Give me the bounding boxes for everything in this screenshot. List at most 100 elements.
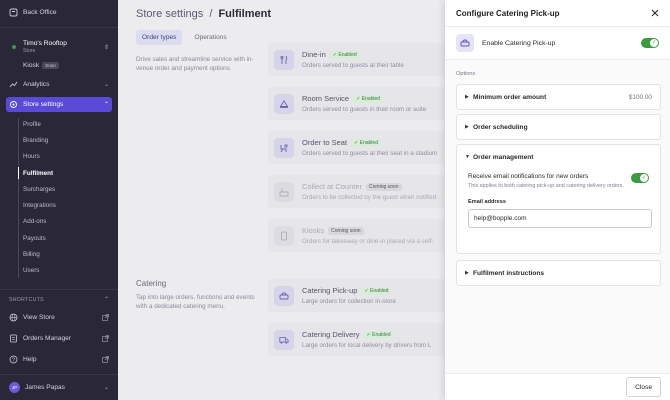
caret-right-icon: ▶ xyxy=(465,94,469,100)
avatar: JP xyxy=(9,382,20,393)
shortcuts-header[interactable]: SHORTCUTS ⌃ xyxy=(6,293,112,306)
enable-toggle[interactable]: ✓ xyxy=(641,38,659,48)
enabled-badge: ✓ Enabled xyxy=(363,330,394,339)
accordion-title: Fulfilment instructions xyxy=(473,269,545,277)
notification-setting: Receive email notifications for new orde… xyxy=(468,173,649,191)
counter-icon xyxy=(274,181,294,202)
order-type-card-order-to-seat[interactable]: Order to Seat ✓ Enabled Orders served to … xyxy=(268,131,445,164)
sidebar-subitem-billing[interactable]: Billing xyxy=(23,251,40,258)
options-label: Options xyxy=(456,71,476,77)
sidebar-subitem-payouts[interactable]: Payouts xyxy=(23,235,46,242)
submenu-line xyxy=(18,118,19,278)
sidebar-item-analytics[interactable]: Analytics ⌄ xyxy=(6,77,112,92)
order-type-card-dine-in[interactable]: Dine-in ✓ Enabled Orders served to guests… xyxy=(268,43,445,76)
coming-soon-badge: Coming soon xyxy=(366,182,402,191)
order-type-card-collect-at-counter: Collect at Counter Coming soon Orders to … xyxy=(268,175,445,208)
order-type-name: Dine-in xyxy=(302,50,326,59)
kiosk-icon xyxy=(274,225,294,246)
enabled-badge: ✓ Enabled xyxy=(353,94,384,103)
shortcut-view-store[interactable]: View Store xyxy=(6,310,112,325)
shortcut-label: Orders Manager xyxy=(23,335,72,342)
store-sub: Store xyxy=(23,47,36,54)
check-icon: ✓ xyxy=(641,175,647,181)
sidebar-subitem-hours[interactable]: Hours xyxy=(23,153,40,160)
order-type-name: Catering Delivery xyxy=(302,330,360,339)
sidebar-item-kiosk[interactable]: Kiosk Soon xyxy=(6,58,112,73)
accordion-minimum-order[interactable]: ▶ Minimum order amount $100.00 xyxy=(456,84,661,110)
order-type-card-catering-delivery[interactable]: Catering Delivery ✓ Enabled Large orders … xyxy=(268,323,445,356)
order-type-description: Orders for takeaway or dine-in placed vi… xyxy=(302,238,434,245)
chevron-down-icon: ⌄ xyxy=(103,82,109,88)
sidebar-item-label: Store settings xyxy=(23,101,64,108)
catering-description: Tap into large orders, functions and eve… xyxy=(136,294,255,311)
divider xyxy=(0,27,118,28)
accordion-title: Order management xyxy=(473,153,534,161)
sidebar-subitem-integrations[interactable]: Integrations xyxy=(23,202,56,209)
accordion-title: Minimum order amount xyxy=(473,93,547,101)
store-switcher[interactable]: Timo's Rooftop Store ⇕ xyxy=(6,37,112,57)
breadcrumb-parent[interactable]: Store settings xyxy=(136,8,203,20)
tab-operations[interactable]: Operations xyxy=(188,30,232,45)
catering-section-title: Catering xyxy=(136,279,167,288)
notify-toggle[interactable]: ✓ xyxy=(631,173,649,183)
caret-right-icon: ▶ xyxy=(465,124,469,130)
shortcut-orders-manager[interactable]: Orders Manager xyxy=(6,331,112,346)
avatar-initials: JP xyxy=(11,385,18,390)
svg-text:?: ? xyxy=(12,357,15,363)
order-type-card-kiosks: Kiosks Coming soon Orders for takeaway or… xyxy=(268,219,445,252)
help-icon: ? xyxy=(9,355,18,364)
sidebar-subitem-fulfilment[interactable]: Fulfilment xyxy=(23,170,53,177)
enabled-badge: ✓ Enabled xyxy=(351,138,381,147)
tab-order-types[interactable]: Order types xyxy=(136,30,183,45)
app-header[interactable]: Back Office xyxy=(6,5,112,20)
breadcrumb-current: Fulfilment xyxy=(218,8,272,20)
accordion-value: $100.00 xyxy=(628,93,652,101)
close-icon[interactable] xyxy=(651,9,659,17)
configure-drawer: Configure Catering Pick-up Enable Cateri… xyxy=(445,0,670,400)
email-field[interactable] xyxy=(468,208,652,228)
drawer-title: Configure Catering Pick-up xyxy=(456,8,560,18)
in-venue-description: Drive sales and streamline service with … xyxy=(136,56,254,73)
caret-right-icon: ▶ xyxy=(465,270,469,276)
order-type-description: Large orders for local delivery by drive… xyxy=(302,342,432,349)
catering-pickup-icon xyxy=(274,285,294,306)
drawer-header: Configure Catering Pick-up xyxy=(445,0,670,27)
sidebar-subitem-users[interactable]: Users xyxy=(23,267,39,274)
room-service-icon xyxy=(274,93,294,114)
submenu-active-line xyxy=(18,167,19,179)
order-type-description: Orders to be collected by the guest when… xyxy=(302,194,437,201)
close-button[interactable]: Close xyxy=(626,377,661,397)
notify-description: This applies to both catering pick-up an… xyxy=(468,183,624,189)
sidebar-subitem-surcharges[interactable]: Surcharges xyxy=(23,186,55,193)
accordion-order-scheduling[interactable]: ▶ Order scheduling xyxy=(456,114,661,140)
main-content: Store settings / Fulfilment Order types … xyxy=(118,0,445,400)
order-type-name: Collect at Counter xyxy=(302,182,363,191)
kiosk-icon xyxy=(9,61,18,70)
shortcut-help[interactable]: ? Help xyxy=(6,352,112,367)
sidebar-item-store-settings[interactable]: Store settings ⌃ xyxy=(6,97,112,112)
sidebar-subitem-profile[interactable]: Profile xyxy=(23,121,41,128)
external-link-icon xyxy=(102,356,109,363)
delivery-truck-icon xyxy=(274,329,294,350)
external-link-icon xyxy=(102,314,109,321)
accordion-order-management[interactable]: ▼ Order management Receive email notific… xyxy=(456,144,661,254)
order-type-card-room-service[interactable]: Room Service ✓ Enabled Orders served to g… xyxy=(268,87,445,120)
store-name: Timo's Rooftop xyxy=(23,39,67,47)
user-name: James Papas xyxy=(25,384,65,391)
sidebar-subitem-branding[interactable]: Branding xyxy=(23,137,48,144)
order-type-name: Catering Pick-up xyxy=(302,286,358,295)
check-icon: ✓ xyxy=(651,40,657,46)
order-type-name: Kiosks xyxy=(302,226,325,235)
store-status-dot-icon xyxy=(9,43,18,52)
user-menu[interactable]: JP James Papas ⌄ xyxy=(6,380,112,395)
globe-icon xyxy=(9,313,18,322)
accordion-fulfilment-instructions[interactable]: ▶ Fulfilment instructions xyxy=(456,260,661,286)
sidebar-subitem-add-ons[interactable]: Add-ons xyxy=(23,218,46,225)
order-type-description: Orders served to guests at their seat in… xyxy=(302,150,438,157)
orders-icon xyxy=(9,334,18,343)
app-name: Back Office xyxy=(23,9,57,16)
enabled-badge: ✓ Enabled xyxy=(361,286,392,295)
chevron-updown-icon: ⇕ xyxy=(103,44,109,51)
enable-label: Enable Catering Pick-up xyxy=(482,39,556,47)
order-type-card-catering-pickup[interactable]: Catering Pick-up ✓ Enabled Large orders f… xyxy=(268,279,445,312)
